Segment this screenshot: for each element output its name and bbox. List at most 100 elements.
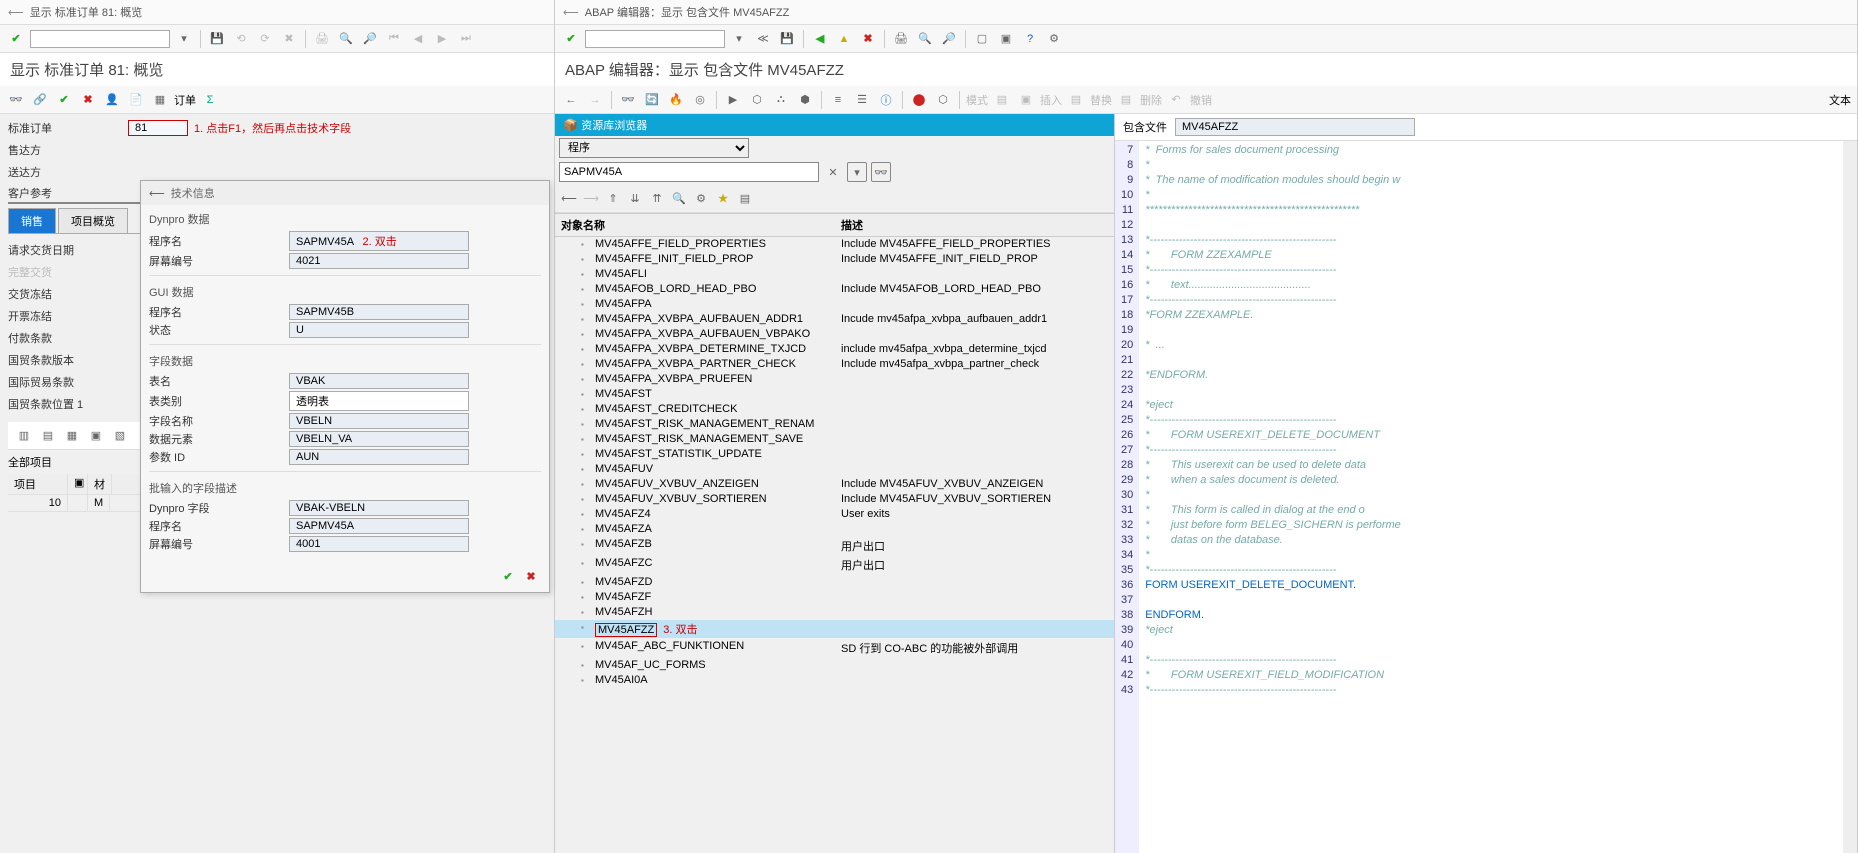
header-icon[interactable]: 📄 <box>126 90 146 110</box>
watch-icon[interactable]: ⬡ <box>933 90 953 110</box>
grid-item-10[interactable]: 10 <box>8 495 68 511</box>
fldname-val[interactable]: VBELN <box>289 413 469 429</box>
find-icon[interactable]: 🔍 <box>915 29 935 49</box>
repo-row-MV45AFFE_INIT_FIELD_PROP[interactable]: MV45AFFE_INIT_FIELD_PROPInclude MV45AFFE… <box>555 252 1114 267</box>
include-field[interactable] <box>1175 118 1415 136</box>
history-icon[interactable]: ▾ <box>847 162 867 182</box>
prog-val[interactable]: SAPMV45A 2. 双击 <box>289 231 469 251</box>
tech-back-icon[interactable]: ⟵ <box>149 187 165 200</box>
new-window-icon[interactable]: ▢ <box>972 29 992 49</box>
repo-row-MV45AFZD[interactable]: MV45AFZD <box>555 575 1114 590</box>
tech-cancel-icon[interactable]: ✖ <box>521 566 541 586</box>
outline-icon[interactable]: ☰ <box>852 90 872 110</box>
tech-ok-icon[interactable]: ✔ <box>498 566 518 586</box>
dropdown-icon[interactable]: ▾ <box>174 29 194 49</box>
cancel-icon[interactable]: ✖ <box>858 29 878 49</box>
repo-row-MV45AFST_RISK_MANAGEMENT_SAVE[interactable]: MV45AFST_RISK_MANAGEMENT_SAVE <box>555 432 1114 447</box>
check-syntax-icon[interactable]: ◎ <box>690 90 710 110</box>
partner-icon[interactable]: 👤 <box>102 90 122 110</box>
repo-row-MV45AFUV_XVBUV_ANZEIGEN[interactable]: MV45AFUV_XVBUV_ANZEIGENInclude MV45AFUV_… <box>555 477 1114 492</box>
repo-row-MV45AFPA[interactable]: MV45AFPA <box>555 297 1114 312</box>
display-change-icon[interactable]: 👓 <box>618 90 638 110</box>
command-field[interactable] <box>585 30 725 48</box>
settings-icon[interactable]: ⚙ <box>1044 29 1064 49</box>
where-used-icon[interactable]: ⬡ <box>747 90 767 110</box>
repo-row-MV45AFLI[interactable]: MV45AFLI <box>555 267 1114 282</box>
sum-icon[interactable]: Σ <box>200 90 220 110</box>
screen-val[interactable]: 4021 <box>289 253 469 269</box>
std-order-field[interactable]: 81 <box>128 120 188 136</box>
rt-fav-icon[interactable]: ★ <box>713 188 733 208</box>
other-obj-icon[interactable]: 🔄 <box>642 90 662 110</box>
code-scrollbar[interactable] <box>1843 141 1857 853</box>
enter-icon[interactable]: ✔ <box>6 29 26 49</box>
help-icon[interactable]: ? <box>1020 29 1040 49</box>
repo-row-MV45AFUV_XVBUV_SORTIEREN[interactable]: MV45AFUV_XVBUV_SORTIERENInclude MV45AFUV… <box>555 492 1114 507</box>
nav-left-icon[interactable]: ← <box>561 90 581 110</box>
reject-icon[interactable]: ✖ <box>78 90 98 110</box>
repo-row-MV45AFPA_XVBPA_PRUEFEN[interactable]: MV45AFPA_XVBPA_PRUEFEN <box>555 372 1114 387</box>
repo-row-MV45AFFE_FIELD_PROPERTIES[interactable]: MV45AFFE_FIELD_PROPERTIESInclude MV45AFF… <box>555 237 1114 252</box>
paramid-val[interactable]: AUN <box>289 449 469 465</box>
breakpoint-icon[interactable]: ⬢ <box>795 90 815 110</box>
doc-flow-icon[interactable]: 🔗 <box>30 90 50 110</box>
repo-row-MV45AF_UC_FORMS[interactable]: MV45AF_UC_FORMS <box>555 658 1114 673</box>
check-icon[interactable]: ✔ <box>54 90 74 110</box>
repo-row-MV45AFOB_LORD_HEAD_PBO[interactable]: MV45AFOB_LORD_HEAD_PBOInclude MV45AFOB_L… <box>555 282 1114 297</box>
print-icon[interactable]: 🖨 <box>891 29 911 49</box>
repo-row-MV45AFPA_XVBPA_PARTNER_CHECK[interactable]: MV45AFPA_XVBPA_PARTNER_CHECKInclude mv45… <box>555 357 1114 372</box>
repo-row-MV45AFST_CREDITCHECK[interactable]: MV45AFST_CREDITCHECK <box>555 402 1114 417</box>
grid-btn5[interactable]: ▧ <box>110 426 130 446</box>
repo-row-MV45AFZA[interactable]: MV45AFZA <box>555 522 1114 537</box>
repo-row-MV45AFZZ[interactable]: MV45AFZZ3. 双击 <box>555 620 1114 639</box>
pretty-print-icon[interactable]: ≡ <box>828 90 848 110</box>
dynprofld-val[interactable]: VBAK-VBELN <box>289 500 469 516</box>
repo-prog-input[interactable] <box>559 162 819 182</box>
test-icon[interactable]: ▶ <box>723 90 743 110</box>
repo-row-MV45AFZC[interactable]: MV45AFZC用户出口 <box>555 556 1114 575</box>
dropdown-icon[interactable]: ▾ <box>729 29 749 49</box>
display-obj-icon[interactable]: 👓 <box>871 162 891 182</box>
repo-row-MV45AFPA_XVBPA_AUFBAUEN_VBPAKO[interactable]: MV45AFPA_XVBPA_AUFBAUEN_VBPAKO <box>555 327 1114 342</box>
repo-row-MV45AFST_STATISTIK_UPDATE[interactable]: MV45AFST_STATISTIK_UPDATE <box>555 447 1114 462</box>
prev-obj-icon[interactable]: ≪ <box>753 29 773 49</box>
repo-row-MV45AFZB[interactable]: MV45AFZB用户出口 <box>555 537 1114 556</box>
save-icon[interactable]: 💾 <box>777 29 797 49</box>
enter-icon[interactable]: ✔ <box>561 29 581 49</box>
repo-row-MV45AFST[interactable]: MV45AFST <box>555 387 1114 402</box>
activate-icon[interactable]: 🔥 <box>666 90 686 110</box>
debug-icon[interactable]: ⛬ <box>771 90 791 110</box>
repo-row-MV45AFZH[interactable]: MV45AFZH <box>555 605 1114 620</box>
back-icon[interactable]: ◀ <box>810 29 830 49</box>
rt-left-icon[interactable]: ⟵ <box>559 188 579 208</box>
grid-btn4[interactable]: ▣ <box>86 426 106 446</box>
repo-row-MV45AFPA_XVBPA_DETERMINE_TXJCD[interactable]: MV45AFPA_XVBPA_DETERMINE_TXJCDinclude mv… <box>555 342 1114 357</box>
repo-row-MV45AFZ4[interactable]: MV45AFZ4User exits <box>555 507 1114 522</box>
config-icon[interactable]: ▦ <box>150 90 170 110</box>
repo-row-MV45AFPA_XVBPA_AUFBAUEN_ADDR1[interactable]: MV45AFPA_XVBPA_AUFBAUEN_ADDR1Incude mv45… <box>555 312 1114 327</box>
info-icon[interactable]: ⓘ <box>876 90 896 110</box>
clear-icon[interactable]: ✕ <box>823 162 843 182</box>
batch-screen-val[interactable]: 4001 <box>289 536 469 552</box>
repo-row-MV45AFST_RISK_MANAGEMENT_RENAM[interactable]: MV45AFST_RISK_MANAGEMENT_RENAM <box>555 417 1114 432</box>
rt-more-icon[interactable]: ▤ <box>735 188 755 208</box>
layout-icon[interactable]: ▣ <box>996 29 1016 49</box>
rt-up-icon[interactable]: ⇑ <box>603 188 623 208</box>
find-next-icon[interactable]: 🔎 <box>939 29 959 49</box>
grid-btn2[interactable]: ▤ <box>38 426 58 446</box>
grid-btn3[interactable]: ▦ <box>62 426 82 446</box>
rt-filter-icon[interactable]: ⚙ <box>691 188 711 208</box>
exit-icon[interactable]: ▲ <box>834 29 854 49</box>
repo-row-MV45AFZF[interactable]: MV45AFZF <box>555 590 1114 605</box>
command-field[interactable] <box>30 30 170 48</box>
batch-prog-val[interactable]: SAPMV45A <box>289 518 469 534</box>
tab-item-overview[interactable]: 项目概览 <box>58 208 128 233</box>
repo-row-MV45AFUV[interactable]: MV45AFUV <box>555 462 1114 477</box>
status-val[interactable]: U <box>289 322 469 338</box>
order-menu[interactable]: 订单 <box>174 92 196 108</box>
grid-btn1[interactable]: ▥ <box>14 426 34 446</box>
nav-back-icon[interactable]: ⟵ <box>8 6 24 19</box>
table-val[interactable]: VBAK <box>289 373 469 389</box>
dataelem-val[interactable]: VBELN_VA <box>289 431 469 447</box>
nav-back-icon[interactable]: ⟵ <box>563 6 579 19</box>
